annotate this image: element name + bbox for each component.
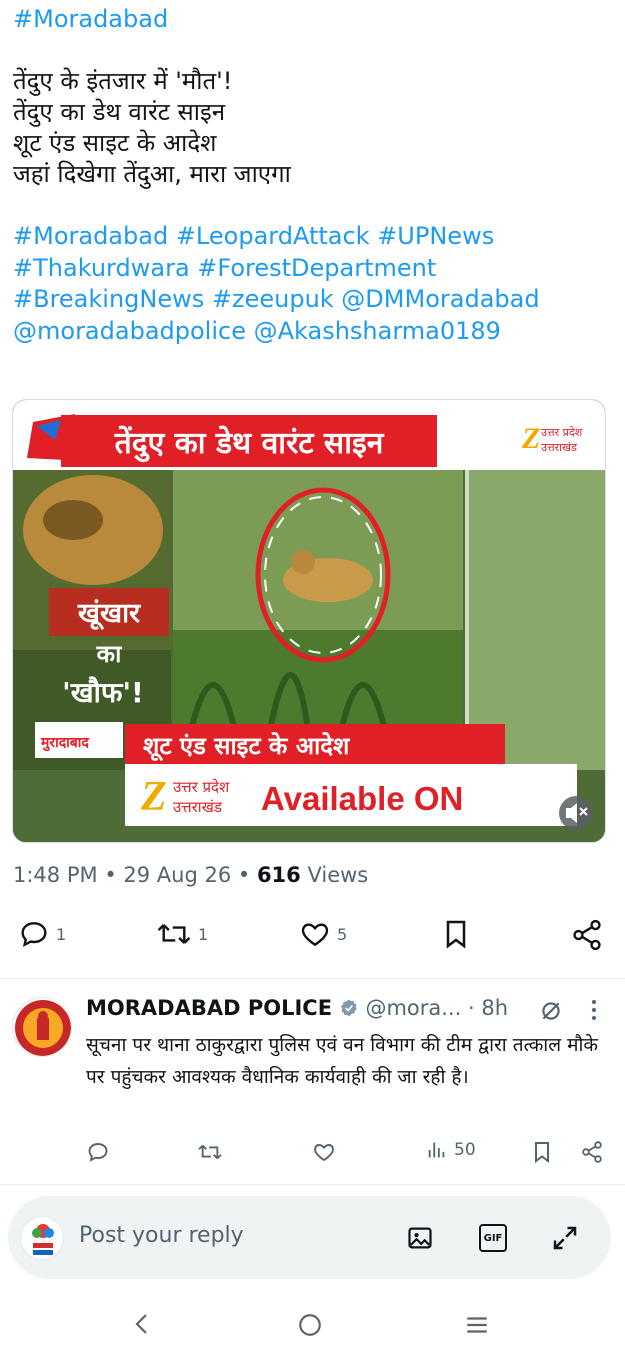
system-nav-bar: [0, 1293, 625, 1355]
repost-count: 1: [198, 924, 209, 944]
post-line-2: तेंदुए का डेथ वारंट साइन: [13, 98, 226, 126]
gif-button[interactable]: GIF: [479, 1224, 507, 1252]
reply-bookmark-icon[interactable]: [530, 1140, 554, 1164]
post-line-1: तेंदुए के इंतजार में 'मौत'!: [13, 67, 233, 95]
share-button[interactable]: [570, 918, 604, 952]
bookmark-button[interactable]: [440, 918, 472, 950]
reply-views[interactable]: 50: [426, 1139, 476, 1161]
repost-button[interactable]: 1: [156, 918, 208, 950]
reply-reply-icon[interactable]: [86, 1140, 110, 1164]
reply-button[interactable]: 1: [18, 918, 66, 950]
ticker-text: शूट एंड साइट के आदेश: [143, 732, 351, 762]
available-channel-top: उत्तर प्रदेश: [173, 778, 230, 796]
views-count: 616: [256, 863, 301, 887]
media-headline: तेंदुए का डेथ वारंट साइन: [114, 425, 385, 463]
share-icon: [573, 919, 601, 951]
caption-khauf: 'खौफ'!: [62, 676, 144, 709]
repost-icon: [157, 924, 191, 944]
reply-repost-icon[interactable]: [196, 1141, 224, 1163]
hashtag-line-2[interactable]: #Thakurdwara #ForestDepartment: [13, 253, 613, 285]
channel-bottom: उत्तराखंड: [541, 441, 577, 454]
available-channel-bottom: उत्तराखंड: [173, 798, 223, 816]
available-on-text: Available ON: [261, 780, 463, 817]
views-label: Views: [307, 863, 369, 887]
post-actions: 1 1 5: [0, 912, 625, 962]
reply-body: सूचना पर थाना ठाकुरद्वारा पुलिस एवं वन व…: [86, 1034, 599, 1088]
divider: [0, 1184, 625, 1185]
hashtag-moradabad[interactable]: #Moradabad: [13, 4, 613, 35]
caption-ka: का: [96, 640, 122, 668]
image-icon[interactable]: [406, 1224, 434, 1252]
svg-text:Z: Z: [521, 422, 540, 455]
more-options-icon[interactable]: [589, 998, 599, 1022]
video-thumbnail[interactable]: तेंदुए का डेथ वारंट साइन Z उत्तर प्रदेश …: [12, 399, 606, 843]
heart-icon: [301, 923, 329, 947]
bookmark-icon: [446, 920, 466, 949]
post-meta: 1:48 PM • 29 Aug 26 • 616 Views: [13, 863, 369, 887]
reply-icon: [21, 922, 47, 947]
reply-header: MORADABAD POLICE @mora... · 8h: [86, 996, 616, 1026]
reply-count: 1: [56, 924, 67, 944]
recents-nav-icon[interactable]: [464, 1312, 490, 1338]
mute-icon[interactable]: [559, 796, 593, 830]
channel-top: उत्तर प्रदेश: [541, 426, 583, 439]
reply-share-icon[interactable]: [580, 1140, 604, 1164]
home-nav-icon[interactable]: [297, 1312, 323, 1338]
reply-author-name[interactable]: MORADABAD POLICE: [86, 996, 332, 1020]
like-button[interactable]: 5: [299, 918, 347, 950]
gif-label: GIF: [483, 1232, 503, 1244]
hashtag-line-1[interactable]: #Moradabad #LeopardAttack #UPNews: [13, 221, 613, 253]
post-line-3: शूट एंड साइट के आदेश: [13, 129, 217, 157]
grok-icon[interactable]: [538, 998, 564, 1024]
expand-icon[interactable]: [550, 1223, 580, 1253]
hashtag-line-3[interactable]: #BreakingNews #zeeupuk @DMMoradabad: [13, 284, 613, 316]
post-line-4: जहां दिखेगा तेंदुआ, मारा जाएगा: [13, 160, 291, 188]
caption-khunkhar: खूंखार: [77, 598, 141, 631]
back-nav-icon[interactable]: [130, 1312, 154, 1336]
reply-views-count: 50: [454, 1140, 476, 1160]
reply-composer[interactable]: Post your reply GIF: [8, 1196, 611, 1279]
reply-heart-icon[interactable]: [312, 1140, 336, 1164]
location-label: मुरादाबाद: [40, 735, 89, 752]
post-text: #Moradabad तेंदुए के इंतजार में 'मौत'! त…: [13, 4, 613, 347]
svg-text:Z: Z: [140, 774, 167, 820]
post-date: 29 Aug 26: [123, 863, 232, 887]
reply-input[interactable]: Post your reply: [79, 1223, 244, 1248]
mention-line-4[interactable]: @moradabadpolice @Akashsharma0189: [13, 316, 613, 348]
post-time: 1:48 PM: [13, 863, 98, 887]
reply-time: 8h: [481, 996, 508, 1020]
reply-post[interactable]: MORADABAD POLICE @mora... · 8h सूचना पर …: [0, 985, 625, 1175]
composer-avatar: [20, 1216, 64, 1260]
views-chart-icon: [428, 1142, 445, 1158]
avatar[interactable]: [12, 997, 72, 1057]
verified-badge-icon: [340, 999, 357, 1017]
reply-actions: 50: [0, 1135, 625, 1171]
divider: [0, 978, 625, 979]
reply-handle: @mora...: [365, 996, 462, 1020]
like-count: 5: [337, 924, 348, 944]
